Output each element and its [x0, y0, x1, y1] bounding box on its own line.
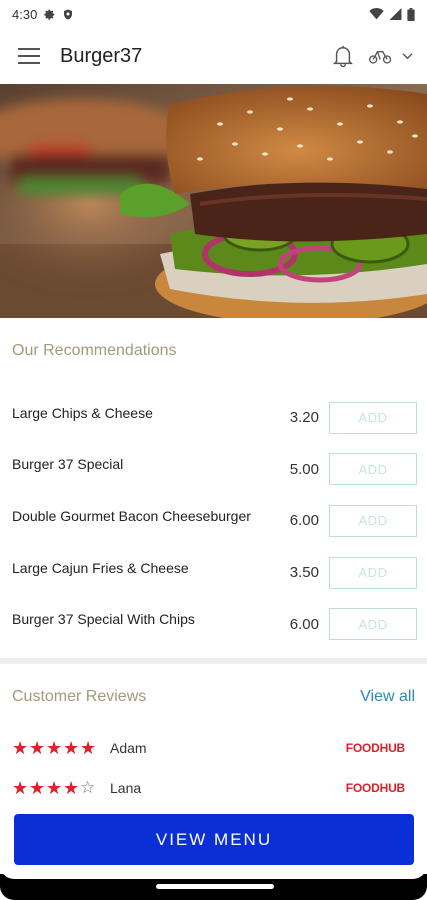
star-filled-icon: ★: [46, 777, 63, 798]
view-menu-button[interactable]: VIEW MENU: [14, 814, 414, 865]
burger-photo: [0, 84, 427, 318]
bikes-icon: [369, 51, 392, 64]
bell-icon[interactable]: [332, 44, 354, 68]
review-source-logo: FOODHUB: [345, 780, 405, 795]
bottom-edge: [0, 865, 427, 879]
item-name: Large Cajun Fries & Cheese: [12, 559, 189, 576]
star-filled-icon: ★: [63, 737, 80, 758]
item-name: Double Gourmet Bacon Cheeseburger: [12, 507, 251, 524]
item-price: 3.20: [289, 409, 319, 427]
item-name: Large Chips & Cheese: [12, 404, 153, 421]
review-source-logo: FOODHUB: [345, 740, 405, 755]
reviews-section: Customer Reviews View all ★ ★ ★ ★ ★ Adam…: [0, 664, 427, 808]
list-item: Burger 37 Special With Chips 6.00 ADD: [0, 598, 427, 650]
status-bar: 4:30: [0, 0, 427, 28]
hero-image: [0, 84, 427, 318]
menu-icon[interactable]: [18, 48, 40, 64]
star-filled-icon: ★: [80, 737, 97, 758]
star-filled-icon: ★: [12, 737, 29, 758]
reviewer-name: Lana: [110, 779, 142, 796]
status-left: 4:30: [12, 7, 74, 22]
list-item: Double Gourmet Bacon Cheeseburger 6.00 A…: [0, 495, 427, 547]
star-filled-icon: ★: [29, 737, 46, 758]
add-button[interactable]: ADD: [329, 556, 417, 589]
home-handle[interactable]: [156, 884, 274, 889]
item-price: 3.50: [289, 564, 319, 582]
recommendations-title: Our Recommendations: [12, 342, 177, 359]
list-item: Burger 37 Special 5.00 ADD: [0, 444, 427, 496]
star-rating: ★ ★ ★ ★ ★: [12, 739, 108, 757]
reviews-header: Customer Reviews View all: [0, 688, 427, 706]
reviews-title: Customer Reviews: [12, 687, 147, 705]
item-price: 6.00: [289, 512, 319, 530]
recommendations-section: Our Recommendations Large Chips & Cheese…: [0, 318, 427, 650]
star-filled-icon: ★: [29, 777, 46, 798]
list-item: Large Chips & Cheese 3.20 ADD: [0, 392, 427, 444]
app-bar-actions: [332, 44, 413, 68]
gear-icon: [44, 9, 55, 20]
shield-icon: [64, 9, 73, 19]
star-filled-icon: ★: [12, 777, 29, 798]
reviewer-name: Adam: [110, 739, 147, 756]
item-price: 5.00: [289, 460, 319, 478]
status-time: 4:30: [12, 6, 38, 22]
item-price: 6.00: [289, 615, 319, 633]
star-empty-icon: ☆: [80, 777, 96, 797]
wifi-icon: [369, 8, 384, 20]
review-item: ★ ★ ★ ★ ★ Adam FOODHUB: [0, 728, 427, 768]
list-item: Large Cajun Fries & Cheese 3.50 ADD: [0, 547, 427, 599]
star-rating: ★ ★ ★ ★ ☆: [12, 777, 108, 798]
star-filled-icon: ★: [46, 737, 63, 758]
service-selector[interactable]: [368, 47, 413, 65]
star-filled-icon: ★: [63, 777, 80, 798]
recommendations-list: Large Chips & Cheese 3.20 ADD Burger 37 …: [0, 392, 427, 650]
add-button[interactable]: ADD: [329, 453, 417, 486]
chevron-down-icon: [402, 52, 413, 59]
app-bar: Burger37: [0, 28, 427, 84]
view-all-link[interactable]: View all: [360, 688, 415, 706]
signal-icon: [389, 8, 402, 20]
battery-icon: [407, 7, 415, 21]
status-right: [369, 7, 415, 21]
reviews-list: ★ ★ ★ ★ ★ Adam FOODHUB ★ ★ ★ ★ ☆ Lana FO…: [0, 728, 427, 808]
add-button[interactable]: ADD: [329, 608, 417, 641]
item-name: Burger 37 Special With Chips: [12, 611, 195, 628]
item-name: Burger 37 Special: [12, 456, 124, 473]
add-button[interactable]: ADD: [329, 504, 417, 537]
review-item: ★ ★ ★ ★ ☆ Lana FOODHUB: [0, 768, 427, 808]
app-title: Burger37: [60, 44, 143, 67]
add-button[interactable]: ADD: [329, 401, 417, 434]
